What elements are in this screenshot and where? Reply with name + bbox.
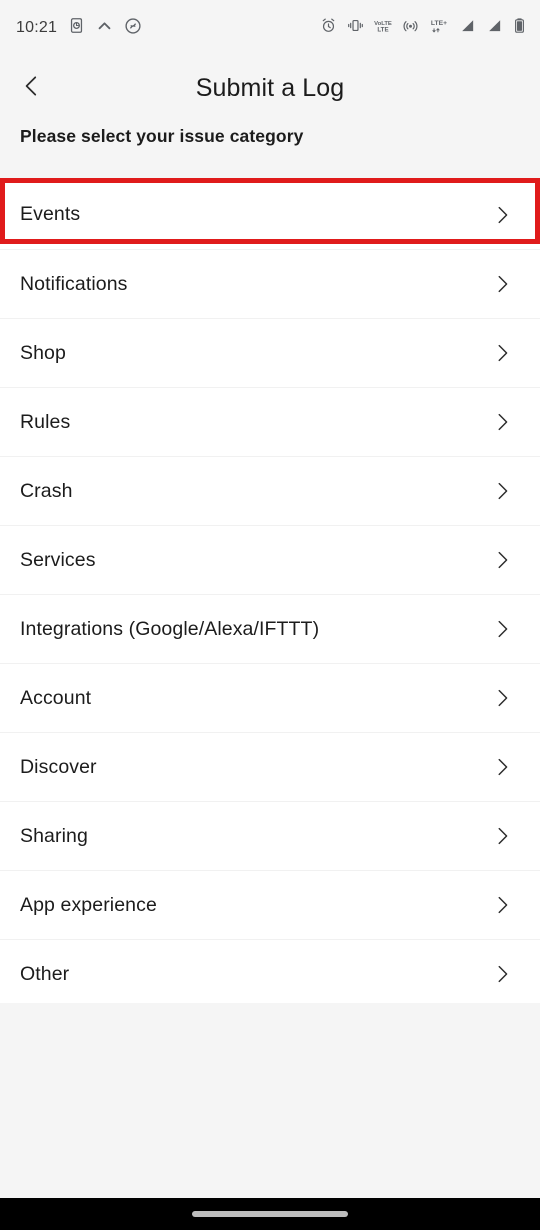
volte-icon: VoLTE LTE <box>374 17 392 39</box>
list-item-label: Crash <box>20 479 73 502</box>
list-item-integrations[interactable]: Integrations (Google/Alexa/IFTTT) <box>0 594 540 663</box>
screen-record-icon <box>68 17 85 39</box>
chevron-right-icon <box>490 756 514 778</box>
chevron-right-icon <box>490 687 514 709</box>
list-item-label: Services <box>20 548 96 571</box>
list-item-events[interactable]: Events <box>0 180 540 249</box>
list-item-label: App experience <box>20 893 157 916</box>
app-bar: Submit a Log <box>0 56 540 120</box>
chevron-up-icon <box>96 17 113 39</box>
status-bar: 10:21 VoLTE LTE LTE+ <box>0 0 540 56</box>
list-item-notifications[interactable]: Notifications <box>0 249 540 318</box>
svg-text:LTE+: LTE+ <box>431 20 447 27</box>
svg-text:LTE: LTE <box>377 26 388 33</box>
chevron-right-icon <box>490 204 514 226</box>
lte-plus-icon: LTE+ <box>429 17 449 39</box>
list-item-other[interactable]: Other <box>0 939 540 1008</box>
empty-area <box>0 1003 540 1198</box>
list-item-account[interactable]: Account <box>0 663 540 732</box>
list-item-label: Other <box>20 962 70 985</box>
list-item-sharing[interactable]: Sharing <box>0 801 540 870</box>
list-item-label: Sharing <box>20 824 88 847</box>
status-bar-right: VoLTE LTE LTE+ <box>320 17 526 39</box>
shazam-icon <box>124 17 142 40</box>
list-item-label: Shop <box>20 341 66 364</box>
vibrate-icon <box>347 17 364 39</box>
chevron-right-icon <box>490 342 514 364</box>
status-bar-left: 10:21 <box>16 17 142 40</box>
list-item-label: Events <box>20 203 81 225</box>
chevron-right-icon <box>490 549 514 571</box>
battery-icon <box>513 17 526 39</box>
list-item-services[interactable]: Services <box>0 525 540 594</box>
list-item-rules[interactable]: Rules <box>0 387 540 456</box>
status-bar-clock: 10:21 <box>16 19 58 36</box>
list-item-label: Rules <box>20 410 71 433</box>
signal-2-icon <box>486 17 503 39</box>
list-item-crash[interactable]: Crash <box>0 456 540 525</box>
list-item-label: Notifications <box>20 272 128 295</box>
chevron-right-icon <box>490 894 514 916</box>
list-item-shop[interactable]: Shop <box>0 318 540 387</box>
list-item-app-experience[interactable]: App experience <box>0 870 540 939</box>
chevron-right-icon <box>490 480 514 502</box>
chevron-right-icon <box>490 273 514 295</box>
category-list: Events Notifications Shop Rules Crash Se… <box>0 180 540 1008</box>
page-title: Submit a Log <box>195 73 345 102</box>
alarm-icon <box>320 17 337 39</box>
chevron-right-icon <box>490 411 514 433</box>
list-item-discover[interactable]: Discover <box>0 732 540 801</box>
phone-screen: 10:21 VoLTE LTE LTE+ Submit a Log Please… <box>0 0 540 1230</box>
hotspot-icon <box>402 17 419 39</box>
signal-1-icon <box>459 17 476 39</box>
chevron-right-icon <box>490 963 514 985</box>
list-item-label: Account <box>20 686 92 709</box>
home-gesture-pill[interactable] <box>192 1211 348 1217</box>
chevron-right-icon <box>490 618 514 640</box>
chevron-right-icon <box>490 825 514 847</box>
system-navigation-bar <box>0 1198 540 1230</box>
list-item-label: Discover <box>20 755 97 778</box>
instruction-text: Please select your issue category <box>20 126 304 146</box>
list-item-label: Integrations (Google/Alexa/IFTTT) <box>20 617 320 640</box>
